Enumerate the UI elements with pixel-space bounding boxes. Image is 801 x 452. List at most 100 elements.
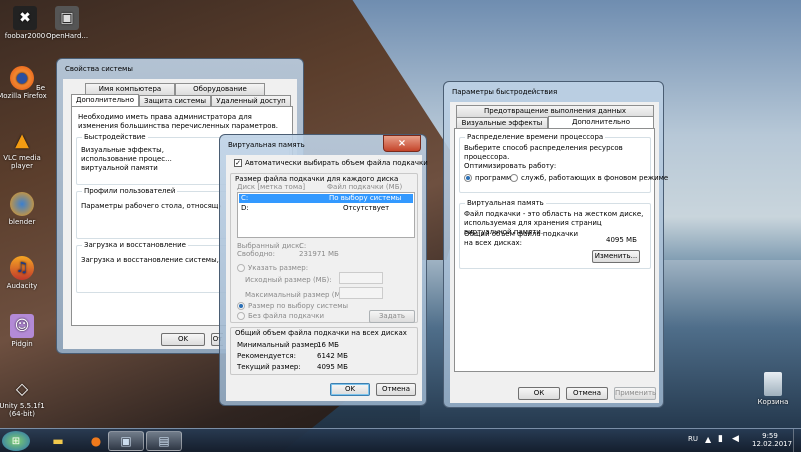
boot-text: Загрузка и восстановление системы, отлад… [81,256,219,264]
system-managed-radio[interactable] [237,302,245,310]
taskbar-explorer[interactable]: ▬ [40,431,76,451]
programs-radio[interactable] [464,174,472,182]
list-item[interactable]: C: По выбору системы [239,194,413,203]
performance-text: Визуальные эффекты, использование процес… [81,146,172,172]
desktop-icon-label: VLC media player [3,154,41,170]
windows-logo-icon: ⊞ [11,435,21,447]
network-icon[interactable]: ▮ [718,434,723,444]
system-managed-label: Размер по выбору системы [248,302,349,310]
current-size-value: 4095 МБ [317,363,348,371]
vlc-icon: ▲ [15,129,29,151]
file-column-header: Файл подкачки (МБ) [327,183,403,191]
unity-icon: ◇ [15,378,29,398]
performance-title: Быстродействие [82,133,148,141]
recycle-bin-icon [764,372,782,396]
blender-icon [10,192,34,216]
no-paging-radio[interactable] [237,312,245,320]
desktop-icon-label: blender [8,218,36,226]
desktop-icon-openhardware[interactable]: ▣ OpenHard... [42,6,92,40]
performance-options-window[interactable]: Параметры быстродействия Предотвращение … [443,81,668,408]
initial-size-input[interactable] [339,272,383,284]
window-title: Параметры быстродействия [452,88,558,96]
taskbar-system-properties[interactable]: ▣ [108,431,144,451]
drive-letter: C: [241,194,249,202]
drive-list[interactable]: C: По выбору системы D: Отсутствует [237,192,415,238]
foobar-icon: ✖ [13,6,37,30]
desktop-icon-firefox[interactable]: ● Mozilla Firefox [0,66,47,100]
free-value: 231971 МБ [299,250,339,258]
audacity-icon: ♫ [10,256,34,280]
ok-button[interactable]: OK [161,333,205,346]
desktop-icon-label: OpenHard... [45,32,89,40]
scheduling-title: Распределение времени процессора [465,133,606,141]
cancel-button[interactable]: Отмена [566,387,608,400]
min-size-value: 16 МБ [317,341,339,349]
desktop-icon-label: Mozilla Firefox [0,92,47,100]
vm-total-label: Общий объем файла подкачки на всех диска… [464,230,579,247]
cancel-button[interactable]: Отмена [376,383,416,396]
start-button[interactable]: ⊞ [2,431,30,451]
close-button[interactable]: × [383,135,421,152]
taskbar-virtual-memory[interactable]: ▤ [146,431,182,451]
no-paging-label: Без файла подкачки [248,312,324,320]
change-button[interactable]: Изменить... [592,250,640,263]
desktop-icon-audacity[interactable]: ♫ Audacity [0,256,47,290]
window-title: Виртуальная память [228,141,305,149]
monitor-icon: ▣ [55,6,79,30]
virtual-memory-group: Виртуальная память Файл подкачки - это о… [459,199,651,269]
advanced-panel: Распределение времени процессора Выберит… [454,128,668,372]
admin-note: Необходимо иметь права администратора дл… [78,113,278,130]
total-group: Общий объем файла подкачки на всех диска… [230,327,418,375]
recommended-label: Рекомендуется: [237,352,296,360]
auto-manage-label: Автоматически выбирать объем файла подка… [245,159,428,167]
clock-time: 9:59 [762,432,778,440]
list-item[interactable]: D: Отсутствует [239,204,413,213]
desktop-icon-recycle-bin[interactable]: Корзина [748,372,798,406]
custom-size-label: Указать размер: [248,264,309,272]
language-indicator[interactable]: RU [688,435,698,443]
firefox-icon: ● [90,434,102,448]
show-desktop-button[interactable] [793,429,801,452]
services-label: служб, работающих в фоновом режиме [521,174,669,182]
profiles-text: Параметры рабочего стола, относящиеся ко… [81,202,221,210]
window-body: ✓ Автоматически выбирать объем файла под… [226,155,428,401]
programs-label: программ [475,174,512,182]
current-size-label: Текущий размер: [237,363,301,371]
max-size-input[interactable] [339,287,383,299]
tray-arrow-icon[interactable]: ▲ [705,435,711,444]
pidgin-icon: ☺ [10,314,34,338]
window-body: Предотвращение выполнения данных Визуаль… [450,102,668,403]
vm-total-value: 4095 МБ [606,236,637,244]
desktop-icon-blender[interactable]: blender [0,192,47,226]
disk-size-group: Размер файла подкачки для каждого диска … [230,173,418,323]
initial-size-label: Исходный размер (МБ): [245,276,332,284]
desktop-icon-unity[interactable]: ◇ Unity 5.5.1f1 (64-bit) [0,376,47,419]
checkmark-icon: ✓ [235,159,241,167]
desktop-icon-label: Корзина [757,398,789,406]
services-radio[interactable] [510,174,518,182]
ok-button[interactable]: OK [330,383,370,396]
volume-icon[interactable]: ◀ [732,434,739,444]
auto-manage-checkbox[interactable]: ✓ [234,159,242,167]
firefox-icon: ● [10,66,34,90]
virtual-memory-title: Виртуальная память [465,199,546,207]
virtual-memory-dialog[interactable]: Виртуальная память × ✓ Автоматически выб… [219,134,428,406]
profiles-title: Профили пользователей [82,187,178,195]
desktop-icon-label: Pidgin [11,340,33,348]
settings-window-icon: ▤ [158,434,170,448]
recommended-value: 6142 МБ [317,352,348,360]
optimize-label: Оптимизировать работу: [464,162,557,170]
desktop-icon-vlc[interactable]: ▲ VLC media player [0,128,47,171]
custom-size-radio[interactable] [237,264,245,272]
clock[interactable]: 9:59 12.02.2017 [752,432,792,448]
apply-button[interactable]: Применить [614,387,656,400]
drive-letter: D: [241,204,249,212]
min-size-label: Минимальный размер: [237,341,321,349]
ok-button[interactable]: ОК [518,387,560,400]
max-size-label: Максимальный размер (МБ): [245,291,351,299]
desktop-icon-pidgin[interactable]: ☺ Pidgin [0,314,47,348]
set-button[interactable]: Задать [369,310,415,323]
drive-value: По выбору системы [329,194,402,202]
disk-column-header: Диск [метка тома] [237,183,306,191]
tab-hardware[interactable]: Оборудование [175,83,265,95]
